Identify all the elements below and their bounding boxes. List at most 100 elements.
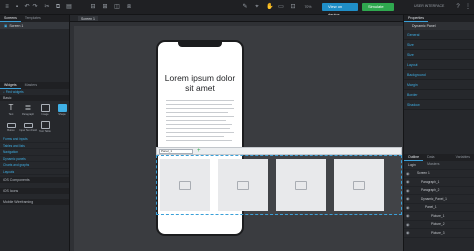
help-icon[interactable]: ?: [455, 4, 461, 10]
dynamic-panel-toolbar: Panel_1 +: [156, 147, 402, 155]
prop-background[interactable]: Background: [404, 70, 474, 80]
outline-item[interactable]: ◉ Panel_1: [404, 204, 474, 212]
search-icon: ⌕: [3, 90, 5, 94]
widget-grid: T Text ≣ Paragraph Image Shape Button Inpu…: [0, 101, 69, 138]
eye-icon[interactable]: ◉: [406, 213, 411, 218]
cut-icon[interactable]: ✂: [44, 4, 50, 10]
tab-widgets[interactable]: Widgets: [0, 82, 21, 89]
widgets-tabbar: Widgets Masters: [0, 82, 69, 89]
undo-icon[interactable]: ↶: [24, 4, 30, 10]
widget-text-table[interactable]: Text Table: [38, 121, 52, 135]
widget-shape[interactable]: Shape: [55, 104, 69, 118]
paragraph-line: [166, 124, 232, 126]
phone-notch: [178, 41, 222, 47]
library-layouts[interactable]: Layouts: [0, 169, 69, 175]
prop-layout[interactable]: Layout: [404, 60, 474, 70]
eye-icon[interactable]: ◉: [406, 196, 411, 201]
text-icon: T: [8, 103, 14, 112]
paragraph-line: [166, 104, 232, 106]
right-panel: Properties Dynamic Panel General Size Si…: [403, 15, 474, 251]
tab-outline[interactable]: Outline: [404, 154, 424, 161]
group-icon[interactable]: ◫: [114, 4, 120, 10]
pen-icon[interactable]: ✎: [242, 4, 248, 10]
prop-size-2[interactable]: Size: [404, 50, 474, 60]
zoom-level[interactable]: 70%: [302, 4, 314, 10]
input-field-icon: [23, 123, 33, 128]
tab-variables[interactable]: Variables: [452, 154, 474, 161]
copy-icon[interactable]: ⧉: [55, 4, 61, 10]
section-mobile-wireframing[interactable]: Mobile Wireframing: [0, 199, 69, 205]
widget-text[interactable]: T Text: [4, 104, 18, 118]
outline-item[interactable]: ◉ Paragraph_1: [404, 178, 474, 187]
tab-properties[interactable]: Properties: [404, 15, 428, 22]
eye-icon[interactable]: ◉: [406, 205, 411, 210]
selected-element-title: Dynamic Panel: [404, 22, 474, 30]
prop-margin[interactable]: Margin: [404, 80, 474, 90]
eye-icon[interactable]: ◉: [406, 222, 411, 227]
eye-icon[interactable]: ◉: [406, 230, 411, 235]
tab-screens[interactable]: Screens: [0, 15, 21, 22]
vertical-ruler: [70, 22, 74, 251]
widget-input-text-field[interactable]: Input Text Field: [19, 121, 37, 135]
dynamic-panel-area[interactable]: [156, 155, 402, 215]
dynamic-panel-name: Dynamic Panel: [412, 24, 436, 28]
picture-placeholder[interactable]: [276, 159, 326, 211]
widget-paragraph[interactable]: ≣ Paragraph: [21, 104, 35, 118]
outline-item[interactable]: ◉ Screen 1: [404, 170, 474, 178]
screen-item-label: Screen 1: [9, 23, 24, 28]
screen-item[interactable]: ▣ Screen 1: [0, 22, 69, 29]
simulate-button[interactable]: Simulate: [362, 3, 394, 11]
comment-icon[interactable]: ▭: [278, 4, 284, 10]
outline-item[interactable]: ◉ Paragraph_2: [404, 187, 474, 195]
horizontal-ruler: [74, 22, 403, 26]
tab-data-masters[interactable]: Data Masters: [423, 154, 452, 166]
save-icon[interactable]: ▪: [14, 4, 20, 10]
prop-shadow[interactable]: Shadow: [404, 100, 474, 110]
more-icon[interactable]: ⋮: [465, 4, 471, 10]
headline-text[interactable]: Lorem ipsum dolor sit amet: [162, 73, 238, 93]
eye-icon[interactable]: ◉: [406, 188, 411, 193]
eyedrop-icon[interactable]: ⌖: [254, 4, 260, 10]
picture-placeholder[interactable]: [334, 159, 384, 211]
eye-icon[interactable]: ◉: [406, 171, 411, 176]
canvas-tabbar: Screen 1: [70, 15, 403, 22]
paragraph-line: [166, 100, 234, 102]
align-icon[interactable]: ⊟: [90, 4, 96, 10]
eye-icon[interactable]: ◉: [406, 179, 411, 184]
add-panel-state-button[interactable]: +: [197, 148, 201, 154]
widget-image[interactable]: Image: [38, 104, 52, 118]
canvas-tab-screen[interactable]: Screen 1: [78, 16, 99, 21]
tab-masters[interactable]: Masters: [21, 82, 41, 89]
outline-item[interactable]: ◉ Picture_1: [404, 212, 474, 221]
design-canvas[interactable]: Screen 1 Lorem ipsum dolor sit amet Pane…: [70, 15, 403, 251]
paragraph-line: [166, 120, 226, 122]
hand-icon[interactable]: ✋: [266, 4, 273, 10]
image-icon: [353, 181, 365, 190]
button-icon: [6, 123, 16, 128]
widget-button[interactable]: Button: [4, 121, 18, 135]
paragraph-line: [166, 112, 228, 114]
distribute-icon[interactable]: ⊞: [102, 4, 108, 10]
prop-general[interactable]: General: [404, 30, 474, 40]
section-ios-icons[interactable]: iOS Icons: [0, 188, 69, 194]
menu-icon[interactable]: ≡: [4, 4, 10, 10]
redo-icon[interactable]: ↷: [32, 4, 38, 10]
prop-size[interactable]: Size: [404, 40, 474, 50]
picture-placeholder[interactable]: [160, 159, 210, 211]
outline-item[interactable]: ◉ Picture_2: [404, 221, 474, 229]
outline-item[interactable]: ◉ Dynamic_Panel_1: [404, 195, 474, 204]
order-icon[interactable]: ⧈: [126, 4, 132, 10]
picture-placeholder[interactable]: [218, 159, 268, 211]
panel-state-select[interactable]: Panel_1: [159, 149, 193, 154]
section-ios-components[interactable]: iOS Components: [0, 177, 69, 183]
outline-item[interactable]: ◉ Picture_3: [404, 229, 474, 238]
table-icon: [40, 121, 50, 129]
paste-icon[interactable]: ▤: [66, 4, 72, 10]
top-toolbar: ≡ ▪ ↶ ↷ ✂ ⧉ ▤ ⊟ ⊞ ◫ ⧈ ✎ ⌖ ✋ ▭ ⊡ 70% View…: [0, 0, 474, 17]
prop-border[interactable]: Border: [404, 90, 474, 100]
shape-icon: [57, 104, 67, 112]
user-interface-label[interactable]: USER INTERFACE: [414, 4, 444, 8]
view-on-device-button[interactable]: View on device: [322, 3, 358, 17]
grid-icon[interactable]: ⊡: [290, 4, 296, 10]
tab-templates[interactable]: Templates: [21, 15, 45, 22]
